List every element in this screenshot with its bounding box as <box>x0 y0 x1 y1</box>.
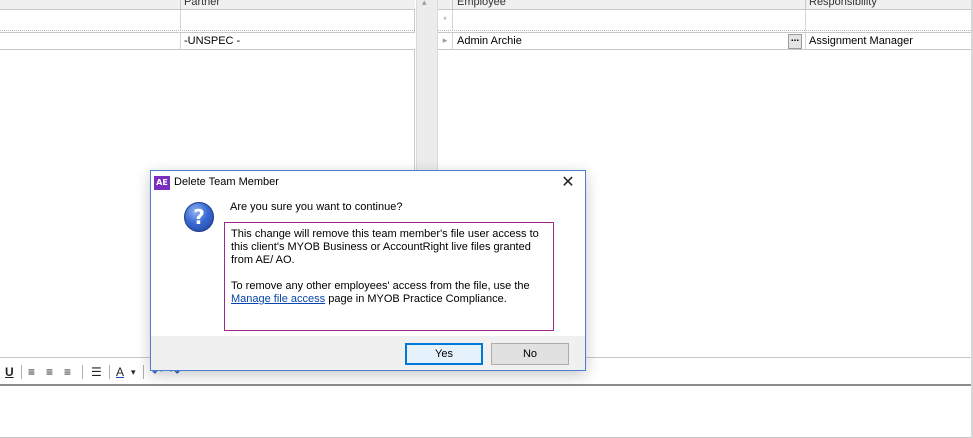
dialog-body: ? Are you sure you want to continue? Thi… <box>151 193 585 336</box>
delete-team-member-dialog: AE Delete Team Member ✕ ? Are you sure y… <box>150 170 586 371</box>
underline-button[interactable]: U <box>5 364 14 380</box>
warning-message-box: This change will remove this team member… <box>224 222 554 331</box>
cell-separator <box>805 33 806 49</box>
toolbar-separator <box>143 365 144 379</box>
employee-cell[interactable]: Admin Archie <box>457 35 522 47</box>
close-icon[interactable]: ✕ <box>557 172 579 192</box>
toolbar-separator <box>21 365 22 379</box>
toolbar-separator <box>109 365 110 379</box>
table-row[interactable]: -UNSPEC - <box>0 32 415 50</box>
partner-filter-row[interactable] <box>0 10 415 31</box>
partner-column-header[interactable]: Partner <box>184 0 220 8</box>
cell-separator <box>180 33 181 49</box>
font-color-dropdown-icon[interactable]: ▾ <box>131 364 136 380</box>
table-row[interactable]: ▸ Admin Archie ... Assignment Manager <box>438 32 973 50</box>
dialog-question: Are you sure you want to continue? <box>230 201 403 213</box>
employee-column-header[interactable]: Employee <box>457 0 506 8</box>
collapse-up-icon[interactable]: ▴ <box>422 0 427 8</box>
row-selector-icon[interactable]: ▸ <box>438 35 452 46</box>
warning-message: This change will remove this team member… <box>231 228 539 266</box>
toolbar-separator <box>82 365 83 379</box>
bullet-list-icon[interactable]: ☰ <box>91 364 102 380</box>
manage-file-access-link[interactable]: Manage file access <box>231 293 325 305</box>
new-row-marker: * <box>443 15 447 25</box>
partner-cell[interactable]: -UNSPEC - <box>184 35 240 47</box>
no-button[interactable]: No <box>491 343 569 365</box>
instruction-suffix: page in MYOB Practice Compliance. <box>325 293 507 305</box>
align-left-icon[interactable]: ≡ <box>28 364 35 380</box>
cell-separator <box>452 10 453 31</box>
employee-lookup-button[interactable]: ... <box>788 34 802 49</box>
responsibility-column-header[interactable]: Responsibility <box>809 0 877 8</box>
team-grid-header: Employee Responsibility <box>438 0 973 10</box>
font-color-icon[interactable]: A <box>116 364 124 380</box>
cell-separator <box>180 10 181 31</box>
question-icon: ? <box>184 202 214 232</box>
yes-button[interactable]: Yes <box>405 343 483 365</box>
notes-editor[interactable] <box>0 384 973 438</box>
align-right-icon[interactable]: ≡ <box>64 364 71 380</box>
header-separator <box>180 0 181 9</box>
instruction-message: To remove any other employees' access fr… <box>231 280 548 306</box>
app-logo-icon: AE <box>154 176 170 190</box>
partner-grid-header: Partner <box>0 0 415 10</box>
responsibility-cell[interactable]: Assignment Manager <box>809 35 913 47</box>
cell-separator <box>805 10 806 31</box>
cell-separator <box>452 33 453 49</box>
header-separator <box>805 0 806 9</box>
new-row[interactable]: * <box>438 10 973 31</box>
align-center-icon[interactable]: ≡ <box>46 364 53 380</box>
dialog-titlebar[interactable]: AE Delete Team Member ✕ <box>151 171 585 193</box>
instruction-prefix: To remove any other employees' access fr… <box>231 280 530 292</box>
header-separator <box>452 0 453 9</box>
dialog-title: Delete Team Member <box>174 176 279 188</box>
